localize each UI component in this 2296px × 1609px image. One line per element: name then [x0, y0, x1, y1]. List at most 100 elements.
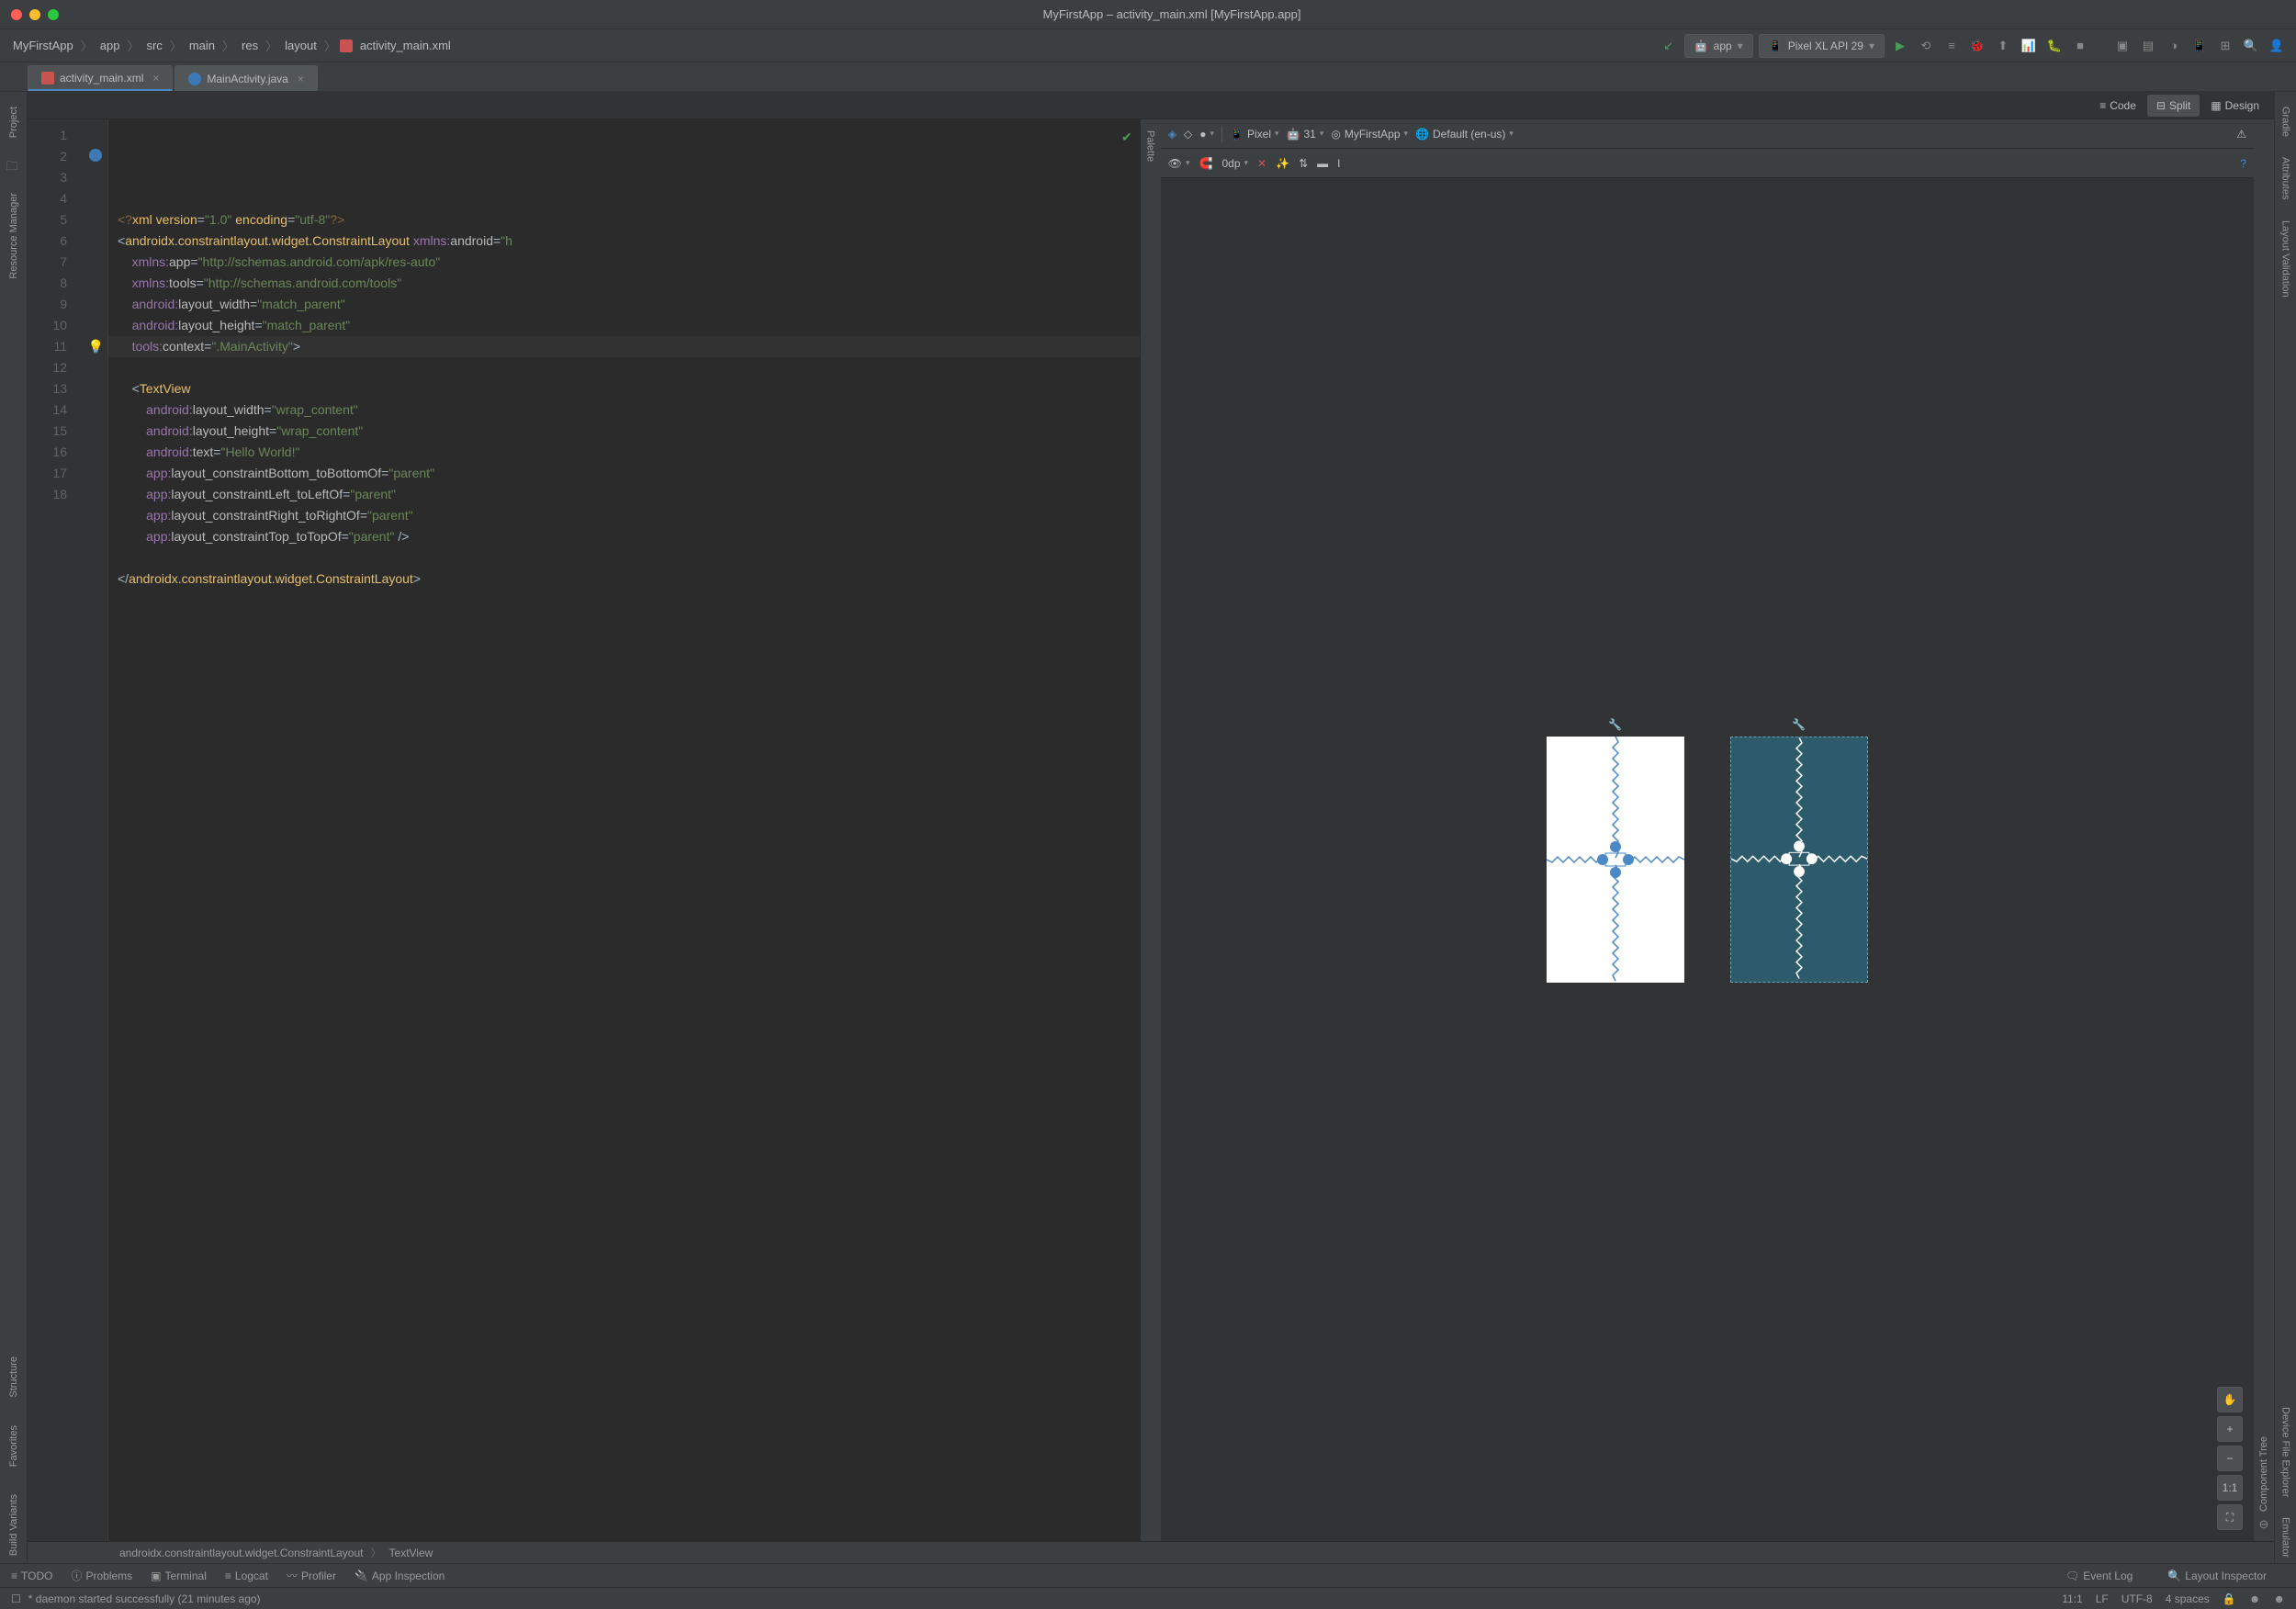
crumb[interactable]: activity_main.xml: [356, 37, 455, 54]
search-icon[interactable]: 🔍: [2241, 36, 2261, 56]
sync-icon[interactable]: ↙: [1659, 36, 1679, 56]
run-config-selector[interactable]: 🤖app▾: [1684, 34, 1753, 58]
view-mode-design[interactable]: ▦ Design: [2201, 95, 2268, 117]
inspection-ok-icon[interactable]: ✔: [1121, 127, 1132, 148]
crumb[interactable]: main: [186, 37, 219, 54]
palette-strip[interactable]: Palette: [1140, 119, 1160, 1541]
pan-button[interactable]: ✋: [2217, 1387, 2243, 1412]
close-tab-icon[interactable]: ×: [152, 72, 159, 84]
cursor-position[interactable]: 11:1: [2062, 1592, 2082, 1605]
tools-wrench-icon[interactable]: 🔧: [1608, 718, 1622, 731]
attach-debugger-icon[interactable]: 🐛: [2044, 36, 2065, 56]
guidelines-icon[interactable]: ⇅: [1299, 157, 1308, 170]
zoom-11-button[interactable]: 1:1: [2217, 1475, 2243, 1501]
sidebar-project[interactable]: Project: [8, 99, 19, 145]
maximize-window[interactable]: [48, 9, 59, 20]
layout-inspector-icon[interactable]: ⊞: [2215, 36, 2235, 56]
view-mode-split[interactable]: ⊟ Split: [2147, 95, 2200, 117]
profiler-icon[interactable]: 📊: [2019, 36, 2039, 56]
locale-picker[interactable]: 🌐 Default (en-us)▾: [1415, 128, 1514, 141]
tool-todo[interactable]: ≡ TODO: [11, 1570, 52, 1582]
help-icon[interactable]: ?: [2240, 157, 2246, 170]
component-tree-strip[interactable]: Component Tree ⊖: [2254, 119, 2274, 1541]
magnet-icon[interactable]: 🧲: [1199, 157, 1213, 170]
tool-event-log[interactable]: 🗨 Event Log: [2065, 1570, 2133, 1582]
minimize-window[interactable]: [29, 9, 40, 20]
tool-logcat[interactable]: ≡ Logcat: [225, 1570, 268, 1582]
crumb[interactable]: app: [96, 37, 124, 54]
zoom-out-button[interactable]: −: [2217, 1446, 2243, 1471]
file-encoding[interactable]: UTF-8: [2122, 1592, 2153, 1605]
sidebar-favorites[interactable]: Favorites: [8, 1418, 19, 1474]
sidebar-layout-validation[interactable]: Layout Validation: [2280, 215, 2291, 303]
indent-settings[interactable]: 4 spaces: [2166, 1592, 2210, 1605]
tab-activity-main[interactable]: activity_main.xml ×: [28, 65, 173, 91]
device-selector[interactable]: 📱Pixel XL API 29▾: [1759, 34, 1885, 58]
sidebar-gradle[interactable]: Gradle: [2280, 101, 2291, 142]
tool-layout-inspector[interactable]: 🔍 Layout Inspector: [2167, 1570, 2267, 1582]
theme-picker[interactable]: ◎ MyFirstApp▾: [1331, 128, 1408, 141]
sidebar-resource-manager[interactable]: Resource Manager: [8, 186, 19, 287]
orientation-icon[interactable]: ◇: [1184, 128, 1192, 141]
api-picker[interactable]: 🤖 31▾: [1287, 128, 1324, 141]
warnings-icon[interactable]: ⚠: [2236, 128, 2246, 141]
zoom-fit-button[interactable]: ⛶: [2217, 1504, 2243, 1530]
status-icon[interactable]: ☐: [11, 1592, 21, 1605]
class-marker-icon[interactable]: [89, 149, 102, 162]
sidebar-attributes[interactable]: Attributes: [2280, 152, 2291, 205]
bottom-breadcrumb: androidx.constraintlayout.widget.Constra…: [28, 1541, 2274, 1563]
tab-main-activity[interactable]: MainActivity.java ×: [174, 65, 318, 91]
tool-profiler[interactable]: 〰 Profiler: [287, 1568, 336, 1583]
sidebar-emulator[interactable]: Emulator: [2280, 1512, 2291, 1563]
avd-manager-icon[interactable]: ▣: [2112, 36, 2133, 56]
sidebar-device-file-explorer[interactable]: Device File Explorer: [2280, 1401, 2291, 1502]
tool-app-inspection[interactable]: 🔌 App Inspection: [355, 1570, 445, 1582]
design-surface[interactable]: 🔧: [1161, 178, 2254, 1541]
night-mode-icon[interactable]: ●▾: [1199, 128, 1214, 141]
zoom-in-button[interactable]: +: [2217, 1416, 2243, 1442]
align-icon[interactable]: ▬: [1317, 157, 1328, 170]
view-mode-code[interactable]: ≡ Code: [2090, 95, 2145, 117]
pack-icon[interactable]: I: [1337, 157, 1340, 170]
close-tab-icon[interactable]: ×: [298, 73, 304, 85]
crumb[interactable]: layout: [281, 37, 321, 54]
code-editor[interactable]: ✔ <?xml version="1.0" encoding="utf-8"?>…: [108, 119, 1140, 1541]
folder-icon[interactable]: 🗀: [6, 158, 21, 173]
tool-problems[interactable]: ⓘ Problems: [71, 1568, 132, 1583]
crumb[interactable]: res: [238, 37, 262, 54]
lightbulb-icon[interactable]: 💡: [88, 336, 104, 357]
design-surface-icon[interactable]: ◈: [1168, 128, 1176, 141]
titlebar: MyFirstApp – activity_main.xml [MyFirstA…: [0, 0, 2296, 29]
device-manager-icon[interactable]: 📱: [2189, 36, 2210, 56]
resource-manager-icon[interactable]: ◑: [2164, 36, 2184, 56]
bottom-crumb-item[interactable]: TextView: [389, 1547, 433, 1559]
sidebar-structure[interactable]: Structure: [8, 1349, 19, 1405]
memory-icon[interactable]: ☻: [2249, 1592, 2261, 1605]
apply-code-icon[interactable]: ≡: [1941, 36, 1962, 56]
clear-constraints-icon[interactable]: ✕: [1257, 157, 1266, 170]
collapse-icon[interactable]: ⊖: [2259, 1517, 2269, 1532]
layout-preview-blueprint[interactable]: [1730, 737, 1868, 983]
run-button[interactable]: ▶: [1890, 36, 1910, 56]
line-separator[interactable]: LF: [2096, 1592, 2109, 1605]
sdk-manager-icon[interactable]: ▤: [2138, 36, 2158, 56]
layout-preview-design[interactable]: [1547, 737, 1684, 983]
user-icon[interactable]: 👤: [2267, 36, 2287, 56]
crumb[interactable]: src: [142, 37, 165, 54]
tool-terminal[interactable]: ▣ Terminal: [151, 1570, 207, 1582]
debug-icon[interactable]: 🐞: [1967, 36, 1987, 56]
crumb[interactable]: MyFirstApp: [9, 37, 77, 54]
bottom-crumb-item[interactable]: androidx.constraintlayout.widget.Constra…: [119, 1547, 364, 1559]
device-picker[interactable]: 📱 Pixel▾: [1230, 128, 1279, 141]
close-window[interactable]: [11, 9, 22, 20]
infer-constraints-icon[interactable]: ✨: [1276, 157, 1289, 170]
readonly-icon[interactable]: 🔒: [2223, 1592, 2236, 1605]
sidebar-build-variants[interactable]: Build Variants: [8, 1487, 19, 1563]
tools-wrench-icon[interactable]: 🔧: [1792, 718, 1806, 731]
default-margin[interactable]: 0dp▾: [1221, 157, 1248, 170]
stop-icon[interactable]: ■: [2070, 36, 2090, 56]
ide-status-icon[interactable]: ☻: [2273, 1592, 2285, 1605]
coverage-icon[interactable]: ⬆: [1993, 36, 2013, 56]
apply-changes-icon[interactable]: ⟲: [1916, 36, 1936, 56]
view-options-icon[interactable]: 👁▾: [1168, 157, 1190, 170]
